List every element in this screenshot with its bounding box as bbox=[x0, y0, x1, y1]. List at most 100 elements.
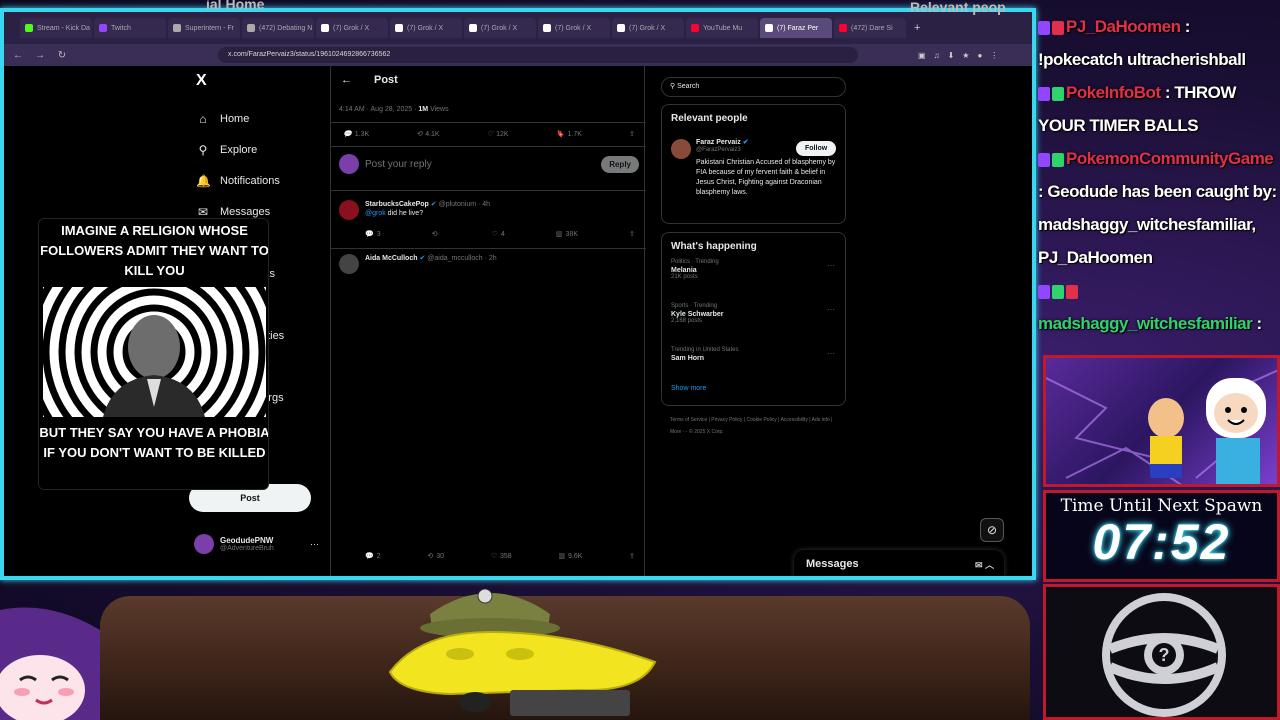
favicon-icon bbox=[99, 24, 107, 32]
reply-tweet[interactable]: StarbucksCakePop ✔ @plutonium · 4h @grok… bbox=[339, 200, 639, 246]
browser-tab[interactable]: Stream - Kick Da bbox=[20, 18, 92, 38]
grok-icon: ⊘ bbox=[986, 523, 998, 537]
badge-icon bbox=[1052, 152, 1064, 167]
tab-label: (472) Dare Si bbox=[851, 24, 893, 32]
browser-tab[interactable]: (472) Dare Si bbox=[834, 18, 906, 38]
browser-tab[interactable]: (7) Grok / X bbox=[612, 18, 684, 38]
more-icon[interactable]: ··· bbox=[827, 261, 835, 270]
reply-tweet[interactable]: Aida McCulloch ✔ @aida_mcculloch · 2h 💬 2… bbox=[339, 254, 639, 574]
extension-icon[interactable]: ★ bbox=[962, 51, 969, 60]
cartoon-characters-image bbox=[1046, 369, 1277, 484]
share-icon[interactable]: ⇪ bbox=[629, 130, 635, 138]
badge-icon bbox=[1038, 20, 1050, 35]
badge-icon bbox=[1052, 20, 1064, 35]
reply-button[interactable]: Reply bbox=[601, 155, 639, 173]
browser-tab[interactable]: (7) Grok / X bbox=[316, 18, 388, 38]
x-logo[interactable]: X bbox=[196, 72, 207, 90]
search-input[interactable]: ⚲ Search bbox=[661, 77, 846, 97]
account-switcher[interactable]: GeodudePNW @AdventureBruh ··· bbox=[194, 534, 319, 554]
browser-tab[interactable]: (7) Grok / X bbox=[464, 18, 536, 38]
reload-icon[interactable]: ↻ bbox=[56, 50, 68, 61]
badge-icon bbox=[1038, 284, 1050, 299]
trend-context: Sports · Trending bbox=[671, 303, 718, 309]
browser-tab[interactable]: YouTube Mu bbox=[686, 18, 758, 38]
person-name[interactable]: Faraz Pervaiz ✔ bbox=[696, 138, 749, 146]
grok-button[interactable]: ⊘ bbox=[980, 518, 1004, 542]
reply-input[interactable]: Post your reply bbox=[365, 159, 595, 170]
like-count[interactable]: ♡ 12K bbox=[487, 130, 509, 139]
trend-item[interactable]: Sports · Trending Kyle Schwarber 2,168 pos… bbox=[671, 303, 724, 324]
back-icon[interactable]: ← bbox=[12, 50, 24, 61]
like-count[interactable]: ♡ 358 bbox=[491, 552, 512, 561]
tweet-stats: 💬 2 ⟲ 30 ♡ 358 ▥ 9.6K ⇪ bbox=[365, 552, 635, 561]
chat-message: madshaggy_witchesfamiliar : bbox=[1038, 274, 1280, 340]
nav-item-explore[interactable]: ⚲ Explore bbox=[196, 143, 258, 157]
menu-icon[interactable]: ⋮ bbox=[990, 51, 998, 60]
bell-icon: 🔔 bbox=[196, 174, 211, 188]
avatar bbox=[339, 200, 359, 220]
follow-button[interactable]: Follow bbox=[796, 141, 837, 156]
avatar[interactable] bbox=[671, 139, 691, 159]
extension-icon[interactable]: ⬇ bbox=[948, 51, 955, 60]
verified-badge-icon: ✔ bbox=[430, 201, 437, 208]
messages-label: Messages bbox=[806, 558, 859, 570]
forward-icon[interactable]: → bbox=[34, 50, 46, 61]
browser-tab[interactable]: (7) Grok / X bbox=[390, 18, 462, 38]
share-icon[interactable]: ⇪ bbox=[629, 552, 635, 560]
nav-label: Notifications bbox=[220, 175, 280, 187]
repost-count[interactable]: ⟲ bbox=[432, 230, 441, 238]
favicon-icon bbox=[173, 24, 181, 32]
verified-badge-icon: ✔ bbox=[419, 255, 426, 262]
reply-count[interactable]: 💬 3 bbox=[365, 230, 381, 239]
favicon-icon bbox=[839, 24, 847, 32]
nav-item-home[interactable]: ⌂ Home bbox=[196, 112, 249, 126]
nav-label: Explore bbox=[220, 144, 258, 156]
favicon-icon bbox=[543, 24, 551, 32]
view-count[interactable]: ▥ 9.6K bbox=[558, 552, 582, 561]
extension-icon[interactable]: ♫ bbox=[934, 51, 940, 60]
new-tab-icon[interactable]: + bbox=[914, 22, 920, 34]
post-stats: 💬 1.3K ⟲ 4.1K ♡ 12K 🔖 1.7K ⇪ bbox=[343, 130, 635, 139]
chat-message: PokemonCommunityGame : Geodude has been … bbox=[1038, 149, 1277, 267]
x-page: X ⌂Home⚲Explore🔔Notifications✉Messages◔G… bbox=[4, 66, 1032, 576]
tweet-stats: 💬 3 ⟲ ♡ 4 ▥ 38K ⇪ bbox=[365, 230, 635, 239]
compose-icon[interactable]: ✉ ︿ bbox=[975, 558, 994, 571]
browser-tab[interactable]: (7) Grok / X bbox=[538, 18, 610, 38]
home-icon: ⌂ bbox=[199, 112, 207, 126]
nav-item-messages[interactable]: ✉ Messages bbox=[196, 205, 270, 219]
browser-tab[interactable]: (472) Debating N bbox=[242, 18, 314, 38]
view-count[interactable]: ▥ 38K bbox=[556, 230, 578, 239]
tweet-author: StarbucksCakePop ✔ @plutonium · 4h bbox=[365, 201, 491, 208]
post-meta: 4:14 AM · Aug 28, 2025 · 1M Views bbox=[339, 106, 449, 113]
like-count[interactable]: ♡ 4 bbox=[492, 230, 505, 239]
favicon-icon bbox=[617, 24, 625, 32]
more-icon[interactable]: ··· bbox=[827, 349, 835, 358]
repost-count[interactable]: ⟲ 4.1K bbox=[416, 130, 439, 139]
share-icon[interactable]: ⇪ bbox=[629, 230, 635, 238]
browser-tab[interactable]: Superintern - Fr bbox=[168, 18, 240, 38]
nav-item-notifications[interactable]: 🔔 Notifications bbox=[196, 174, 280, 188]
more-icon[interactable]: ··· bbox=[310, 539, 319, 549]
trend-item[interactable]: Trending in United States Sam Horn bbox=[671, 347, 738, 362]
messages-drawer[interactable]: Messages ✉ ︿ bbox=[794, 550, 1004, 576]
meme-image[interactable]: IMAGINE A RELIGION WHOSE FOLLOWERS ADMIT… bbox=[38, 218, 269, 490]
repost-count[interactable]: ⟲ 30 bbox=[427, 552, 444, 561]
trend-context: Politics · Trending bbox=[671, 259, 719, 265]
bookmark-count[interactable]: 🔖 1.7K bbox=[556, 130, 582, 139]
account-handle: @AdventureBruh bbox=[220, 545, 274, 552]
profile-icon[interactable]: ● bbox=[977, 51, 982, 60]
stream-overlay: Stream - Kick Da Twitch Superintern - Fr (4… bbox=[0, 0, 1280, 720]
reply-composer: Post your reply Reply bbox=[339, 154, 639, 174]
reply-count[interactable]: 💬 2 bbox=[365, 552, 381, 561]
extension-icon[interactable]: ▣ bbox=[918, 51, 926, 60]
reply-count[interactable]: 💬 1.3K bbox=[343, 130, 369, 139]
browser-tab[interactable]: (7) Faraz Per bbox=[760, 18, 832, 38]
badge-icon bbox=[1052, 284, 1064, 299]
trend-item[interactable]: Politics · Trending Melania 21K posts bbox=[671, 259, 719, 280]
show-more-link[interactable]: Show more bbox=[671, 385, 706, 392]
more-icon[interactable]: ··· bbox=[827, 305, 835, 314]
back-arrow-icon[interactable]: ← bbox=[341, 74, 352, 86]
browser-tab[interactable]: Twitch bbox=[94, 18, 166, 38]
address-field[interactable]: x.com/FarazPervaiz3/status/1961024692866… bbox=[218, 47, 858, 63]
footer-links[interactable]: Terms of Service | Privacy Policy | Cook… bbox=[670, 414, 840, 438]
